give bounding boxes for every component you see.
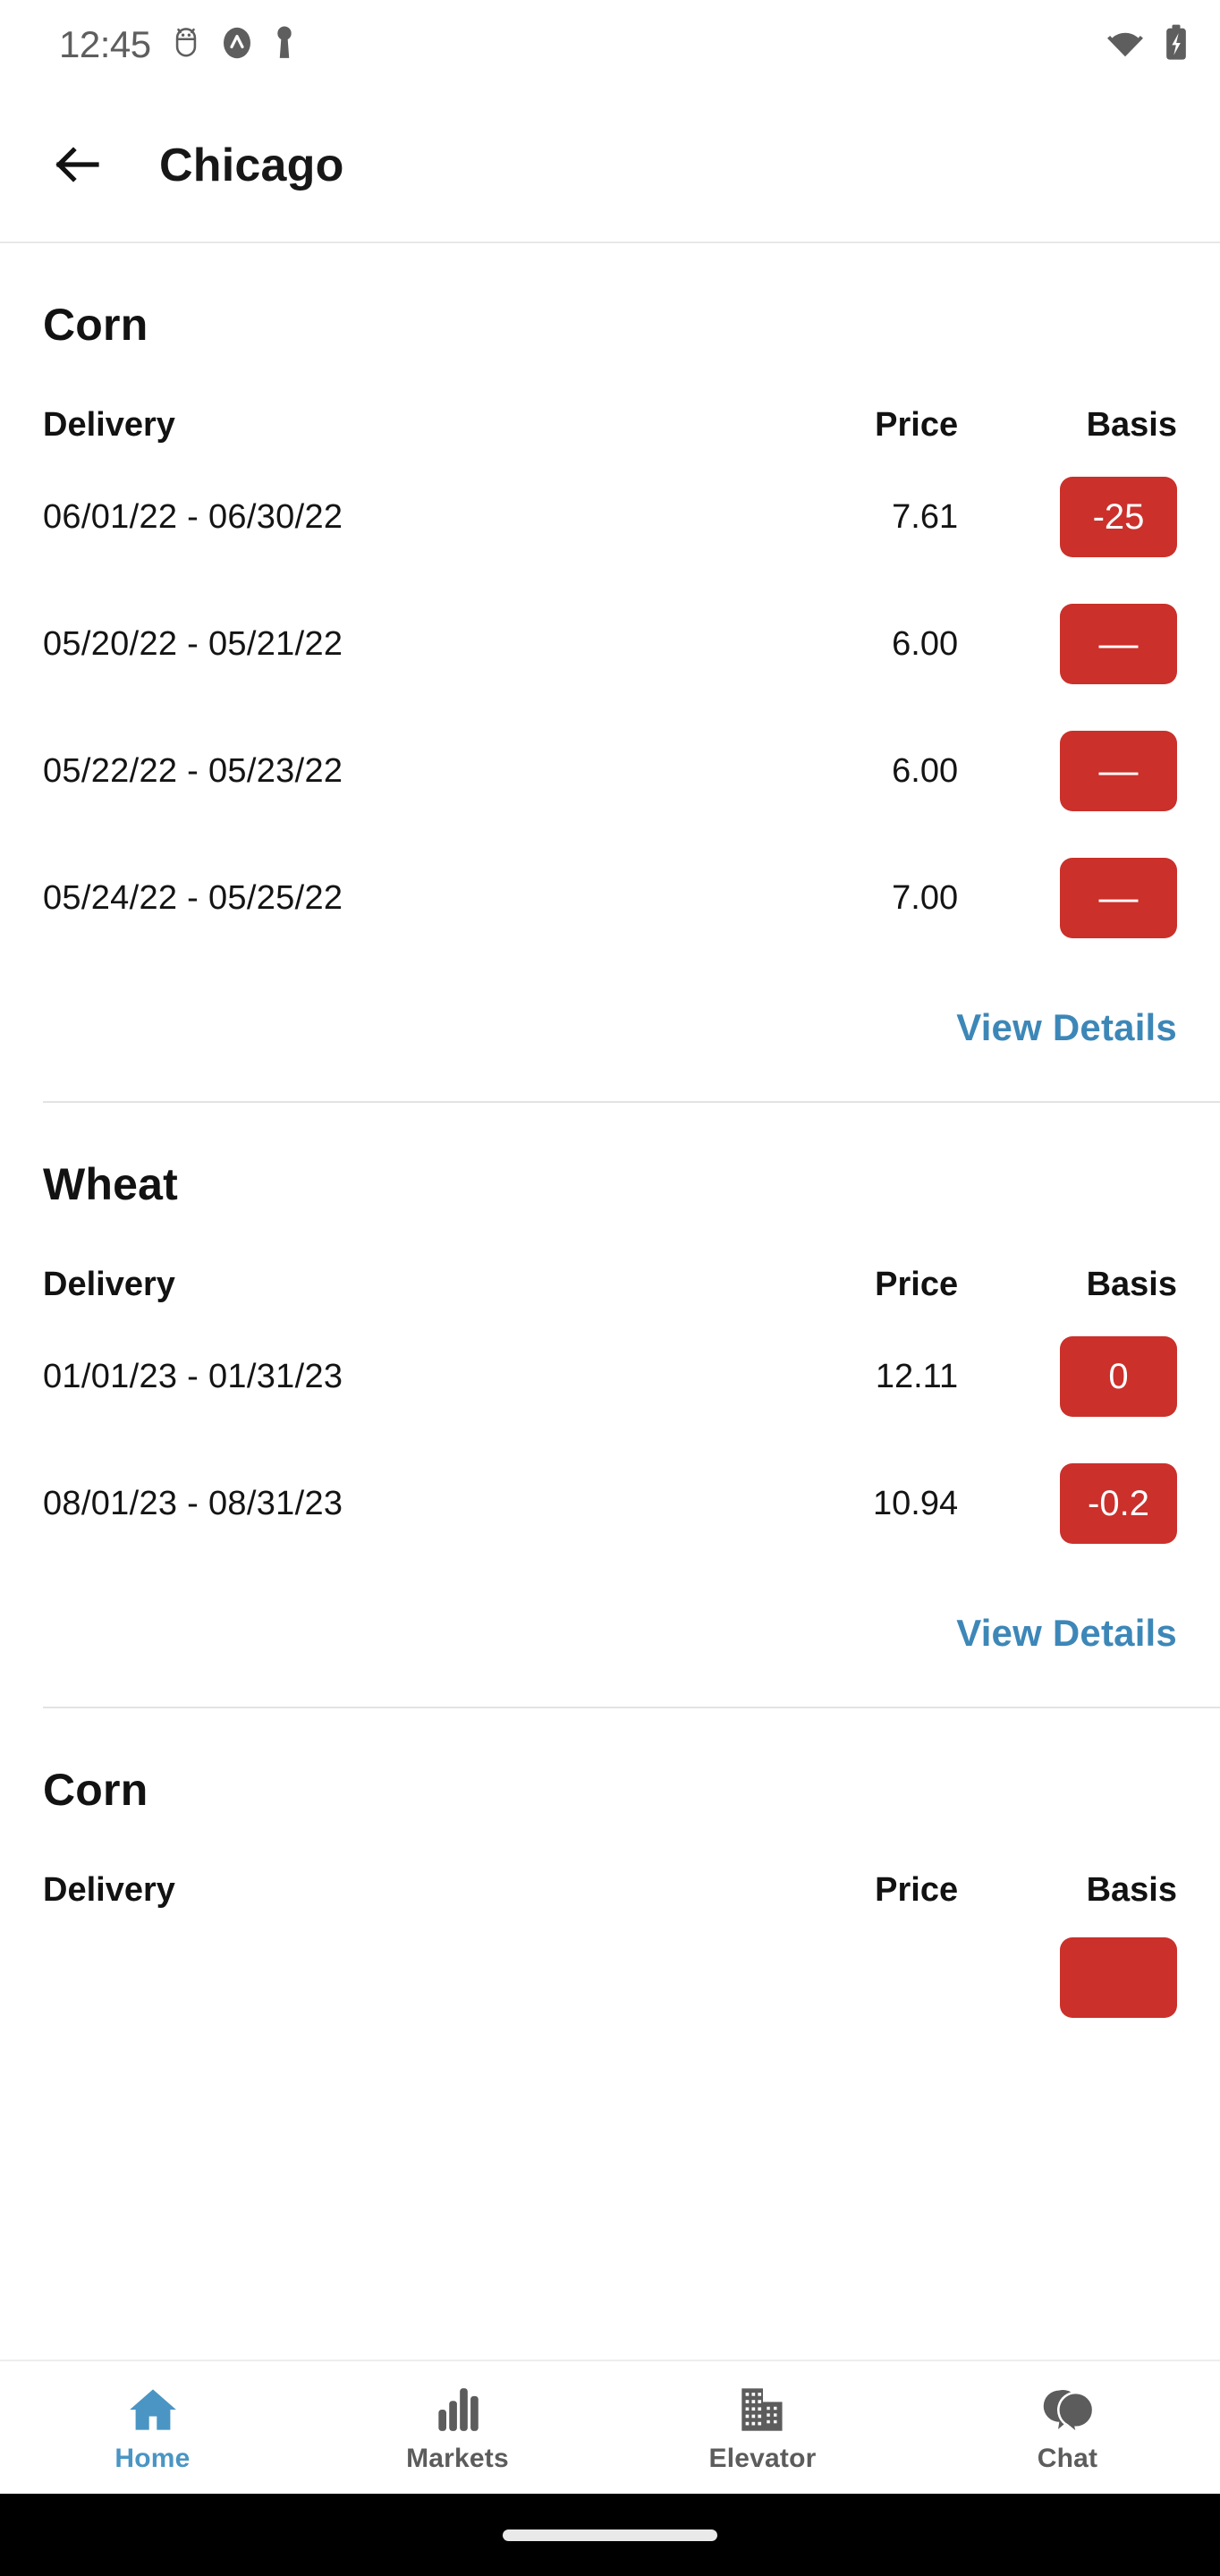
cell-price: 7.00 [892, 878, 959, 917]
cell-price: 7.61 [892, 497, 959, 536]
home-icon [128, 2381, 178, 2433]
status-badge: -0.2 [1060, 1463, 1177, 1544]
table-row[interactable]: 08/01/23 - 08/31/23 10.94 -0.2 [43, 1440, 1177, 1567]
table-row[interactable] [43, 1919, 1177, 2046]
table-row[interactable]: 05/22/22 - 05/23/22 6.00 — [43, 708, 1177, 835]
android-debug-icon [171, 26, 201, 64]
column-header-basis: Basis [1086, 1871, 1177, 1909]
nav-label: Home [114, 2444, 191, 2473]
cell-price [746, 1919, 995, 2046]
status-badge: — [1060, 604, 1177, 684]
nav-item-markets[interactable]: Markets [305, 2361, 610, 2494]
cell-basis: — [995, 708, 1177, 835]
view-details-row: View Details [43, 1567, 1177, 1655]
status-bar-right [1106, 23, 1190, 67]
table-header-row: Delivery Price Basis [43, 1266, 1177, 1313]
table-header-row: Delivery Price Basis [43, 1871, 1177, 1919]
table-row[interactable]: 01/01/23 - 01/31/23 12.11 0 [43, 1313, 1177, 1440]
cell-delivery: 05/20/22 - 05/21/22 [43, 624, 343, 663]
cell-delivery: 05/24/22 - 05/25/22 [43, 878, 343, 917]
view-details-row: View Details [43, 962, 1177, 1049]
view-details-button[interactable]: View Details [956, 1006, 1177, 1049]
status-badge: 0 [1060, 1336, 1177, 1417]
commodity-title: Corn [43, 1765, 148, 1815]
commodity-title: Wheat [43, 1159, 178, 1209]
nav-item-elevator[interactable]: Elevator [610, 2361, 915, 2494]
commodity-title: Corn [43, 300, 148, 350]
cell-price: 6.00 [892, 751, 959, 790]
column-header-delivery: Delivery [43, 1266, 175, 1303]
cell-delivery: 06/01/22 - 06/30/22 [43, 497, 343, 536]
column-header-price: Price [875, 406, 959, 444]
wifi-icon [1106, 27, 1145, 64]
arrow-left-icon [54, 143, 104, 189]
cell-basis: — [995, 580, 1177, 708]
column-header-delivery: Delivery [43, 406, 175, 444]
status-bar-left: 12:45 [59, 25, 296, 65]
cell-price: 12.11 [875, 1357, 959, 1395]
nav-label: Chat [1037, 2444, 1098, 2473]
quotes-scroll-area[interactable]: Corn Delivery Price Basis 06/01/22 - 06/… [0, 243, 1220, 2360]
cell-delivery: 01/01/23 - 01/31/23 [43, 1357, 343, 1395]
status-bar: 12:45 [0, 0, 1220, 89]
building-icon [738, 2381, 788, 2433]
battery-charging-icon [1163, 23, 1190, 67]
commodity-section-corn-1: Corn Delivery Price Basis 06/01/22 - 06/… [0, 243, 1220, 1049]
vpn-key-icon [273, 25, 296, 65]
table-row[interactable]: 05/20/22 - 05/21/22 6.00 — [43, 580, 1177, 708]
app-badge-icon [221, 25, 253, 65]
view-details-button[interactable]: View Details [956, 1612, 1177, 1655]
bottom-navigation-bar: Home Markets Elevator Chat [0, 2360, 1220, 2494]
cell-basis [995, 1919, 1177, 2046]
status-badge: — [1060, 731, 1177, 811]
commodity-section-corn-2: Corn Delivery Price Basis [0, 1708, 1220, 2046]
quotes-table: Delivery Price Basis 01/01/23 - 01/31/23… [43, 1266, 1177, 1567]
cell-price: 6.00 [892, 624, 959, 663]
cell-basis: 0 [995, 1313, 1177, 1440]
column-header-delivery: Delivery [43, 1871, 175, 1909]
table-row[interactable]: 06/01/22 - 06/30/22 7.61 -25 [43, 453, 1177, 580]
cell-delivery [43, 1919, 746, 2046]
back-button[interactable] [36, 123, 122, 208]
quotes-table: Delivery Price Basis [43, 1871, 1177, 2046]
column-header-basis: Basis [1086, 1266, 1177, 1303]
cell-delivery: 05/22/22 - 05/23/22 [43, 751, 343, 790]
quotes-table: Delivery Price Basis 06/01/22 - 06/30/22… [43, 406, 1177, 962]
status-badge: -25 [1060, 477, 1177, 557]
column-header-price: Price [875, 1266, 959, 1303]
table-row[interactable]: 05/24/22 - 05/25/22 7.00 — [43, 835, 1177, 962]
table-header-row: Delivery Price Basis [43, 406, 1177, 453]
column-header-price: Price [875, 1871, 959, 1909]
column-header-basis: Basis [1086, 406, 1177, 444]
status-badge [1060, 1937, 1177, 2018]
cell-basis: — [995, 835, 1177, 962]
system-gesture-bar [0, 2494, 1220, 2576]
nav-item-chat[interactable]: Chat [915, 2361, 1220, 2494]
nav-label: Elevator [708, 2444, 817, 2473]
nav-item-home[interactable]: Home [0, 2361, 305, 2494]
app-bar: Chicago [0, 89, 1220, 243]
chat-icon [1042, 2381, 1094, 2433]
cell-price: 10.94 [873, 1484, 959, 1522]
nav-label: Markets [406, 2444, 509, 2473]
cell-delivery: 08/01/23 - 08/31/23 [43, 1484, 343, 1522]
bar-chart-icon [436, 2381, 479, 2433]
cell-basis: -25 [995, 453, 1177, 580]
page-title: Chicago [159, 140, 344, 191]
status-badge: — [1060, 858, 1177, 938]
home-indicator[interactable] [503, 2529, 717, 2541]
cell-basis: -0.2 [995, 1440, 1177, 1567]
status-bar-clock: 12:45 [59, 23, 151, 65]
app-root: 12:45 Chicago Corn Delivery Price Basis … [0, 0, 1220, 2576]
commodity-section-wheat: Wheat Delivery Price Basis 01/01/23 - 01… [0, 1103, 1220, 1655]
